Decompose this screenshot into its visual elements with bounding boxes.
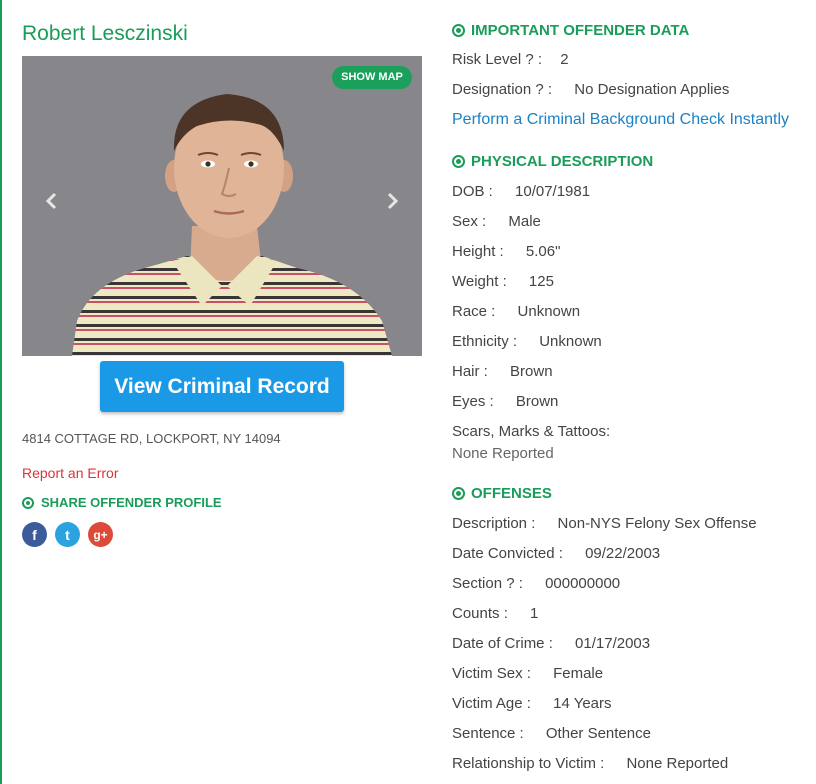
field-label: Eyes : — [452, 393, 494, 410]
field-value: Non-NYS Felony Sex Offense — [557, 515, 757, 532]
chevron-right-icon[interactable] — [382, 191, 402, 216]
field-label: Sentence : — [452, 725, 524, 742]
field-value: Female — [553, 665, 604, 682]
field-label: Counts : — [452, 605, 508, 622]
share-heading-text: SHARE OFFENDER PROFILE — [41, 495, 222, 510]
offenses-heading-text: OFFENSES — [471, 485, 552, 502]
physical-field-row: Ethnicity : Unknown — [452, 333, 602, 350]
field-label: Weight : — [452, 273, 507, 290]
circle-bullet-icon — [452, 155, 465, 168]
field-value: Unknown — [539, 333, 602, 350]
physical-field-row: Hair : Brown — [452, 363, 553, 380]
facebook-icon[interactable]: f — [22, 522, 47, 547]
scars-label: Scars, Marks & Tattoos: — [452, 423, 611, 440]
designation-row: Designation ? : No Designation Applies — [452, 81, 729, 98]
field-value: 1 — [530, 605, 539, 622]
field-value: 01/17/2003 — [575, 635, 651, 652]
field-value: Unknown — [517, 303, 581, 320]
important-heading-text: IMPORTANT OFFENDER DATA — [471, 22, 690, 39]
circle-bullet-icon — [452, 487, 465, 500]
offense-field-row: Victim Sex : Female — [452, 665, 603, 682]
field-value: None Reported — [626, 755, 729, 772]
offender-photo-carousel[interactable]: SHOW MAP — [22, 56, 422, 356]
physical-field-row: DOB : 10/07/1981 — [452, 183, 590, 200]
circle-bullet-icon — [22, 496, 34, 509]
field-label: Victim Age : — [452, 695, 531, 712]
field-label: Date Convicted : — [452, 545, 563, 562]
designation-value: No Designation Applies — [574, 81, 730, 98]
important-data-heading: IMPORTANT OFFENDER DATA — [452, 22, 689, 39]
field-label: Relationship to Victim : — [452, 755, 605, 772]
field-value: 14 Years — [553, 695, 612, 712]
physical-field-row: Eyes : Brown — [452, 393, 558, 410]
offender-name: Robert Lesczinski — [22, 22, 188, 45]
background-check-link[interactable]: Perform a Criminal Background Check Inst… — [452, 111, 789, 129]
show-map-button[interactable]: SHOW MAP — [332, 66, 412, 89]
field-value: 125 — [528, 273, 554, 290]
physical-field-row: Weight : 125 — [452, 273, 554, 290]
offense-field-row: Sentence : Other Sentence — [452, 725, 651, 742]
offense-field-row: Date of Crime : 01/17/2003 — [452, 635, 650, 652]
field-value: Male — [508, 213, 541, 230]
offense-field-row: Victim Age : 14 Years — [452, 695, 612, 712]
field-value: 000000000 — [545, 575, 621, 592]
field-label: Race : — [452, 303, 496, 320]
field-label: Ethnicity : — [452, 333, 518, 350]
view-criminal-record-button[interactable]: View Criminal Record — [100, 361, 344, 412]
share-profile-heading: SHARE OFFENDER PROFILE — [22, 495, 222, 510]
field-label: Description : — [452, 515, 536, 532]
share-icons: f t g+ — [22, 522, 113, 547]
field-value: Brown — [510, 363, 553, 380]
field-value: 10/07/1981 — [515, 183, 591, 200]
report-error-link[interactable]: Report an Error — [22, 465, 118, 481]
physical-heading-text: PHYSICAL DESCRIPTION — [471, 153, 654, 170]
field-label: Date of Crime : — [452, 635, 553, 652]
offense-field-row: Description : Non-NYS Felony Sex Offense — [452, 515, 757, 532]
offenses-heading: OFFENSES — [452, 485, 552, 502]
offense-field-row: Date Convicted : 09/22/2003 — [452, 545, 660, 562]
offender-address: 4814 COTTAGE RD, LOCKPORT, NY 14094 — [22, 431, 281, 446]
left-accent-bar — [0, 0, 2, 784]
google-plus-icon[interactable]: g+ — [88, 522, 113, 547]
physical-description-heading: PHYSICAL DESCRIPTION — [452, 153, 653, 170]
field-value: Other Sentence — [545, 725, 651, 742]
field-value: Brown — [515, 393, 559, 410]
chevron-left-icon[interactable] — [42, 191, 62, 216]
risk-level-value: 2 — [560, 51, 569, 68]
field-label: DOB : — [452, 183, 493, 200]
field-value: 5.06" — [525, 243, 561, 260]
designation-label[interactable]: Designation ? : — [452, 81, 552, 98]
twitter-icon[interactable]: t — [55, 522, 80, 547]
field-label: Height : — [452, 243, 504, 260]
offense-field-row: Section ? : 000000000 — [452, 575, 620, 592]
offense-field-row: Relationship to Victim : None Reported — [452, 755, 728, 772]
offense-field-row: Counts : 1 — [452, 605, 538, 622]
field-value: 09/22/2003 — [585, 545, 661, 562]
physical-field-row: Height : 5.06" — [452, 243, 560, 260]
field-label: Victim Sex : — [452, 665, 531, 682]
field-label[interactable]: Section ? : — [452, 575, 523, 592]
risk-level-row: Risk Level ? : 2 — [452, 51, 569, 68]
risk-level-label[interactable]: Risk Level ? : — [452, 51, 542, 68]
physical-field-row: Sex : Male — [452, 213, 541, 230]
field-label: Hair : — [452, 363, 488, 380]
offender-mugshot-image — [22, 56, 422, 356]
physical-field-row: Race : Unknown — [452, 303, 580, 320]
scars-value: None Reported — [452, 445, 554, 462]
field-label: Sex : — [452, 213, 487, 230]
circle-bullet-icon — [452, 24, 465, 37]
